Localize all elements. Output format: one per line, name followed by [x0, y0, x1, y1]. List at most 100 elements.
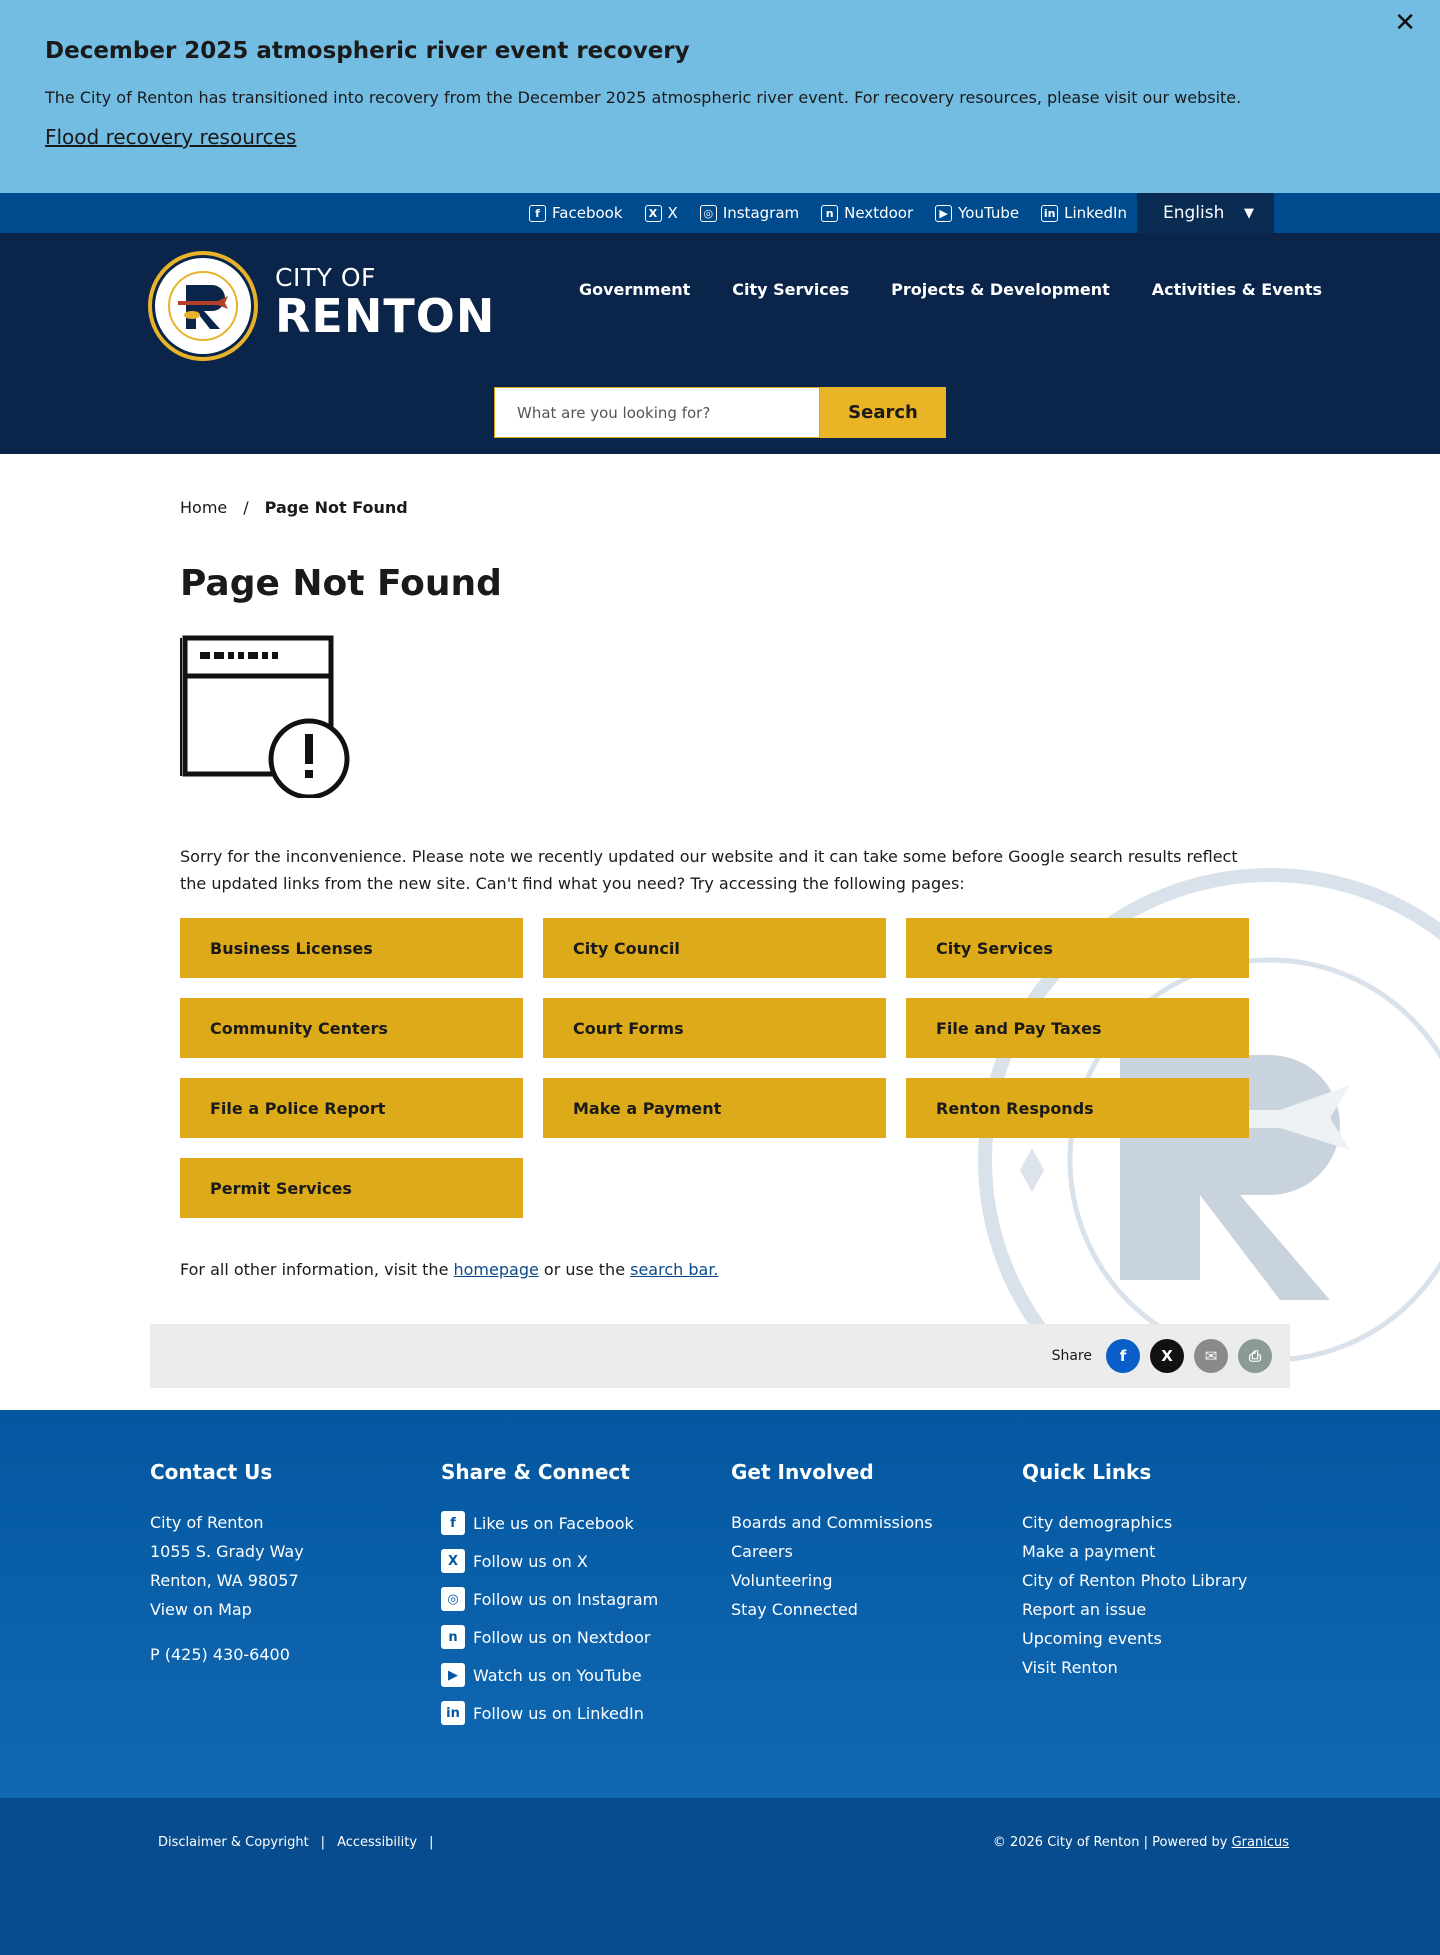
logo-wordmark[interactable]: CITY OF RENTON	[275, 263, 495, 340]
facebook-icon: f	[529, 204, 547, 222]
social-links: f Facebook XX ◎ Instagram n Nextdoor ▶ YouTu…	[529, 193, 1127, 233]
close-icon[interactable]: ✕	[1394, 8, 1416, 38]
footer-share-connect: Share & Connect f Like us on Facebook X Fo…	[441, 1460, 658, 1736]
breadcrumb-separator: /	[243, 498, 249, 517]
logo-city-of: CITY OF	[275, 263, 376, 292]
instagram-icon: ◎	[699, 204, 717, 222]
chevron-down-icon: ▼	[1244, 206, 1254, 221]
share-label: Share	[1051, 1348, 1092, 1364]
legal-links: Disclaimer & Copyright | Accessibility |	[158, 1835, 433, 1850]
contact-name: City of Renton	[150, 1513, 264, 1532]
sub-footer: Disclaimer & Copyright | Accessibility |…	[0, 1798, 1440, 1955]
social-link-linkedin[interactable]: in LinkedIn	[1041, 204, 1127, 222]
involved-link-stay-connected[interactable]: Stay Connected	[731, 1595, 933, 1624]
nav-activities-events[interactable]: Activities & Events	[1152, 280, 1322, 299]
search-bar-link[interactable]: search bar.	[630, 1260, 718, 1279]
phone-prefix: P	[150, 1645, 165, 1664]
disclaimer-link[interactable]: Disclaimer & Copyright	[158, 1835, 309, 1850]
page-error-icon	[180, 635, 350, 798]
x-icon: X	[644, 204, 662, 222]
alert-title: December 2025 atmospheric river event re…	[45, 38, 690, 64]
button-city-services[interactable]: City Services	[906, 918, 1249, 978]
share-facebook-icon[interactable]: f	[1106, 1339, 1140, 1373]
involved-link-careers[interactable]: Careers	[731, 1537, 933, 1566]
view-on-map-link[interactable]: View on Map	[150, 1600, 252, 1619]
social-link-instagram[interactable]: ◎ Instagram	[699, 204, 800, 222]
quick-access-grid: Business Licenses City Council City Serv…	[180, 918, 1250, 1218]
site-header: CITY OF RENTON Government City Services …	[0, 233, 1440, 454]
instagram-icon: ◎	[441, 1587, 465, 1611]
quick-link-photo-library[interactable]: City of Renton Photo Library	[1022, 1566, 1247, 1595]
social-label: YouTube	[958, 204, 1020, 222]
button-make-payment[interactable]: Make a Payment	[543, 1078, 886, 1138]
quick-link-payment[interactable]: Make a payment	[1022, 1537, 1247, 1566]
search-bar: Search	[494, 387, 946, 438]
contact-street: 1055 S. Grady Way	[150, 1542, 304, 1561]
quick-link-visit-renton[interactable]: Visit Renton	[1022, 1653, 1247, 1682]
involved-link-volunteering[interactable]: Volunteering	[731, 1566, 933, 1595]
quick-link-events[interactable]: Upcoming events	[1022, 1624, 1247, 1653]
nav-projects-development[interactable]: Projects & Development	[891, 280, 1110, 299]
breadcrumb-home[interactable]: Home	[180, 498, 227, 517]
social-link-facebook[interactable]: f Facebook	[529, 204, 623, 222]
youtube-icon: ▶	[441, 1663, 465, 1687]
search-button[interactable]: Search	[820, 387, 946, 438]
footer-quick-links: Quick Links City demographics Make a pay…	[1022, 1460, 1247, 1682]
share-bar: Share f X ✉ ⎙	[150, 1324, 1290, 1388]
button-business-licenses[interactable]: Business Licenses	[180, 918, 523, 978]
button-file-police-report[interactable]: File a Police Report	[180, 1078, 523, 1138]
search-input[interactable]	[494, 387, 820, 438]
granicus-link[interactable]: Granicus	[1232, 1835, 1289, 1850]
quick-link-demographics[interactable]: City demographics	[1022, 1508, 1247, 1537]
language-select[interactable]: English ▼	[1137, 193, 1274, 233]
homepage-link[interactable]: homepage	[454, 1260, 539, 1279]
contact-phone: P (425) 430-6400	[150, 1640, 304, 1669]
involved-link-boards[interactable]: Boards and Commissions	[731, 1508, 933, 1537]
social-label: X	[667, 204, 678, 222]
share-print-icon[interactable]: ⎙	[1238, 1339, 1272, 1373]
footer-linkedin-link[interactable]: in Follow us on LinkedIn	[441, 1690, 658, 1736]
contact-city: Renton, WA 98057	[150, 1571, 299, 1590]
separator: |	[320, 1835, 326, 1850]
button-file-pay-taxes[interactable]: File and Pay Taxes	[906, 998, 1249, 1058]
phone-link[interactable]: (425) 430-6400	[165, 1645, 290, 1664]
accessibility-link[interactable]: Accessibility	[337, 1835, 417, 1850]
button-court-forms[interactable]: Court Forms	[543, 998, 886, 1058]
linkedin-icon: in	[1041, 204, 1059, 222]
social-label: LinkedIn	[1064, 204, 1127, 222]
footer-social-label: Follow us on Instagram	[473, 1589, 659, 1609]
other-mid: or use the	[538, 1260, 631, 1279]
other-info-text: For all other information, visit the hom…	[180, 1260, 719, 1279]
footer-social-label: Follow us on X	[473, 1551, 588, 1571]
social-label: Nextdoor	[844, 204, 914, 222]
button-renton-responds[interactable]: Renton Responds	[906, 1078, 1249, 1138]
share-x-icon[interactable]: X	[1150, 1339, 1184, 1373]
footer-heading-contact: Contact Us	[150, 1460, 273, 1484]
flood-recovery-link[interactable]: Flood recovery resources	[45, 125, 296, 149]
language-label: English	[1163, 203, 1225, 223]
copyright: © 2026 City of Renton | Powered by Grani…	[993, 1835, 1289, 1850]
button-permit-services[interactable]: Permit Services	[180, 1158, 523, 1218]
quick-link-report-issue[interactable]: Report an issue	[1022, 1595, 1247, 1624]
button-city-council[interactable]: City Council	[543, 918, 886, 978]
breadcrumb: Home / Page Not Found	[180, 498, 408, 517]
x-icon: X	[441, 1549, 465, 1573]
button-community-centers[interactable]: Community Centers	[180, 998, 523, 1058]
social-link-nextdoor[interactable]: n Nextdoor	[821, 204, 913, 222]
linkedin-icon: in	[441, 1701, 465, 1725]
city-seal-logo[interactable]	[146, 249, 260, 363]
logo-renton: RENTON	[275, 289, 496, 343]
social-link-youtube[interactable]: ▶ YouTube	[935, 204, 1019, 222]
share-email-icon[interactable]: ✉	[1194, 1339, 1228, 1373]
nav-government[interactable]: Government	[579, 280, 690, 299]
social-link-x[interactable]: XX	[644, 204, 678, 222]
footer-get-involved: Get Involved Boards and Commissions Care…	[731, 1460, 933, 1624]
social-label: Instagram	[722, 204, 800, 222]
intro-text: Sorry for the inconvenience. Please note…	[180, 847, 1238, 893]
main-nav: Government City Services Projects & Deve…	[579, 280, 1322, 299]
nextdoor-icon: n	[821, 204, 839, 222]
footer-social-label: Follow us on LinkedIn	[473, 1703, 644, 1723]
share-buttons: Share f X ✉ ⎙	[1052, 1339, 1272, 1373]
social-label: Facebook	[552, 204, 623, 222]
nav-city-services[interactable]: City Services	[732, 280, 849, 299]
